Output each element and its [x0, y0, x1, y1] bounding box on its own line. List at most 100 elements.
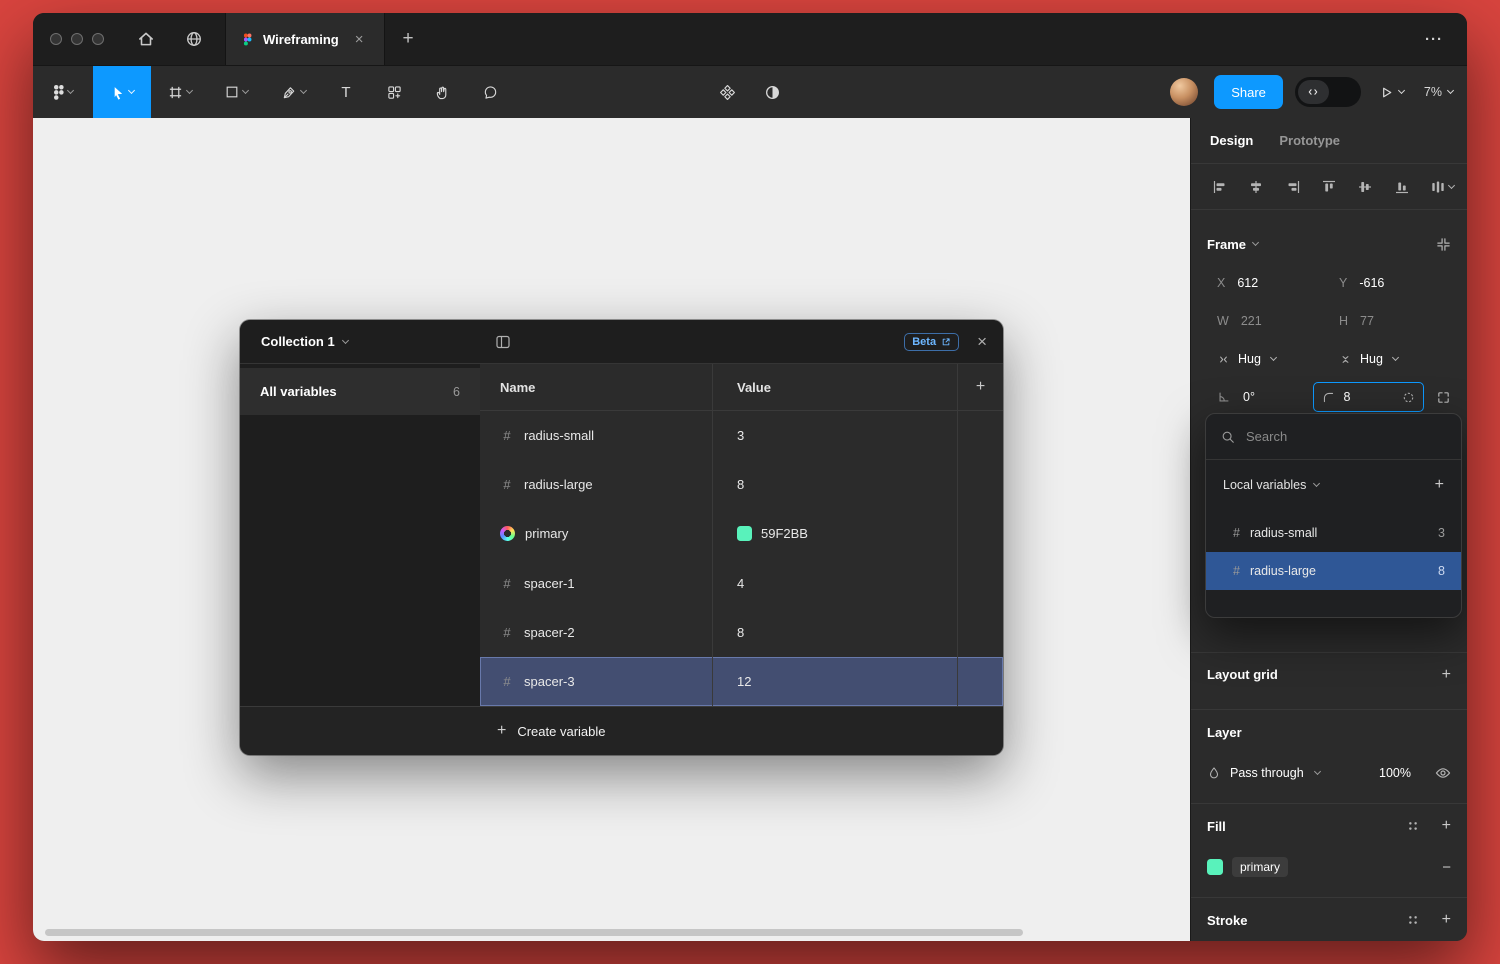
blend-mode-value[interactable]: Pass through — [1230, 766, 1304, 780]
variable-search[interactable] — [1206, 414, 1461, 460]
name-column-header: Name — [480, 364, 713, 410]
canvas[interactable]: Collection 1 Beta × — [33, 118, 1190, 941]
window-close-button[interactable] — [50, 33, 62, 45]
pen-tool-button[interactable] — [265, 66, 322, 119]
fill-row: primary − — [1191, 848, 1467, 886]
table-row[interactable]: # radius-small 3 — [480, 411, 1003, 460]
toggle-sidebar-button[interactable] — [495, 334, 511, 350]
align-left-icon[interactable] — [1212, 179, 1228, 195]
rotation-value: 0° — [1243, 390, 1255, 404]
overflow-menu-button[interactable]: ··· — [1425, 31, 1467, 48]
align-bottom-icon[interactable] — [1394, 179, 1410, 195]
variable-option-selected[interactable]: # radius-large 8 — [1206, 552, 1461, 590]
new-tab-button[interactable]: + — [385, 28, 431, 50]
horizontal-scrollbar[interactable] — [45, 929, 1023, 936]
home-button[interactable] — [122, 13, 170, 65]
rotation-field[interactable]: 0° — [1207, 390, 1313, 404]
tab-design[interactable]: Design — [1210, 133, 1253, 148]
file-tab[interactable]: Wireframing × — [225, 13, 385, 65]
present-button[interactable] — [1379, 85, 1404, 100]
vertical-sizing-dropdown[interactable]: Hug — [1329, 352, 1451, 366]
main-menu-button[interactable] — [33, 66, 93, 119]
create-variable-plus-button[interactable]: + — [1435, 476, 1444, 494]
horizontal-sizing-dropdown[interactable]: Hug — [1207, 352, 1329, 366]
tab-close-icon[interactable]: × — [355, 32, 364, 47]
table-row[interactable]: # radius-large 8 — [480, 460, 1003, 509]
browse-button[interactable] — [170, 13, 218, 65]
add-layout-grid-button[interactable]: + — [1442, 666, 1451, 684]
add-column-button[interactable]: + — [958, 364, 1003, 410]
horizontal-sizing-value: Hug — [1238, 352, 1261, 366]
beta-badge[interactable]: Beta — [904, 333, 959, 351]
corner-radius-value: 8 — [1343, 390, 1350, 404]
inspector-tabs: Design Prototype — [1191, 118, 1467, 164]
align-horizontal-center-icon[interactable] — [1248, 179, 1264, 195]
variable-value[interactable]: 4 — [713, 559, 958, 608]
rectangle-tool-icon — [225, 85, 239, 99]
fill-color-swatch[interactable] — [1207, 859, 1223, 875]
add-stroke-button[interactable]: + — [1442, 911, 1451, 929]
shape-tool-button[interactable] — [208, 66, 265, 119]
variable-value[interactable]: 3 — [713, 411, 958, 460]
width-field[interactable]: W 221 — [1207, 314, 1329, 328]
component-icon[interactable] — [719, 84, 736, 101]
collapse-panel-button[interactable] — [1436, 237, 1451, 252]
x-value: 612 — [1237, 276, 1258, 290]
align-top-icon[interactable] — [1321, 179, 1337, 195]
share-button[interactable]: Share — [1214, 75, 1283, 109]
dev-mode-toggle[interactable] — [1295, 77, 1361, 107]
table-row[interactable]: primary 59F2BB — [480, 509, 1003, 558]
y-value: -616 — [1359, 276, 1384, 290]
align-right-icon[interactable] — [1285, 179, 1301, 195]
distribute-menu[interactable] — [1430, 179, 1454, 195]
window-minimize-button[interactable] — [71, 33, 83, 45]
align-vertical-center-icon[interactable] — [1357, 179, 1373, 195]
sidebar-item-all-variables[interactable]: All variables 6 — [240, 368, 480, 415]
comment-tool-button[interactable] — [466, 66, 514, 119]
search-input[interactable] — [1246, 429, 1446, 444]
fill-variable-chip[interactable]: primary — [1232, 857, 1288, 877]
add-fill-button[interactable]: + — [1442, 817, 1451, 835]
styles-icon[interactable] — [1406, 913, 1420, 927]
table-row[interactable]: # spacer-1 4 — [480, 559, 1003, 608]
height-field[interactable]: H 77 — [1329, 314, 1451, 328]
number-variable-icon: # — [500, 576, 514, 591]
opacity-value[interactable]: 100% — [1379, 766, 1411, 780]
chevron-down-icon — [128, 87, 135, 94]
x-position-field[interactable]: X 612 — [1207, 276, 1329, 290]
create-variable-button[interactable]: + Create variable — [240, 706, 1003, 755]
move-tool-button[interactable] — [93, 66, 151, 119]
close-icon[interactable]: × — [977, 333, 987, 350]
collection-selector[interactable]: Collection 1 — [240, 320, 480, 363]
visibility-toggle[interactable] — [1435, 765, 1451, 781]
avatar[interactable] — [1170, 78, 1198, 106]
hand-tool-button[interactable] — [418, 66, 466, 119]
table-row-selected[interactable]: # spacer-3 12 — [480, 657, 1003, 706]
variable-value[interactable]: 12 — [713, 657, 958, 706]
h-label: H — [1339, 314, 1348, 328]
pen-tool-icon — [282, 85, 297, 100]
mask-icon[interactable] — [764, 84, 781, 101]
variable-option[interactable]: # radius-small 3 — [1206, 514, 1461, 552]
independent-corners-button[interactable] — [1436, 390, 1451, 405]
frame-section-title[interactable]: Frame — [1207, 237, 1246, 252]
variable-value[interactable]: 8 — [713, 460, 958, 509]
frame-tool-button[interactable] — [151, 66, 208, 119]
tab-prototype[interactable]: Prototype — [1279, 133, 1340, 148]
corner-radius-field[interactable]: 8 — [1313, 382, 1424, 412]
frame-section: Frame X 612 Y -616 — [1191, 210, 1467, 416]
number-variable-icon: # — [500, 428, 514, 443]
local-variables-group[interactable]: Local variables + — [1206, 460, 1461, 510]
styles-icon[interactable] — [1406, 819, 1420, 833]
remove-fill-button[interactable]: − — [1442, 859, 1451, 876]
zoom-menu[interactable]: 7% — [1424, 85, 1453, 99]
main-area: Collection 1 Beta × — [33, 118, 1467, 941]
resources-button[interactable] — [370, 66, 418, 119]
apply-variable-icon[interactable] — [1402, 391, 1415, 404]
variable-value[interactable]: 59F2BB — [713, 509, 958, 558]
table-row[interactable]: # spacer-2 8 — [480, 608, 1003, 657]
window-zoom-button[interactable] — [92, 33, 104, 45]
text-tool-button[interactable]: T — [322, 66, 370, 119]
variable-value[interactable]: 8 — [713, 608, 958, 657]
y-position-field[interactable]: Y -616 — [1329, 276, 1451, 290]
